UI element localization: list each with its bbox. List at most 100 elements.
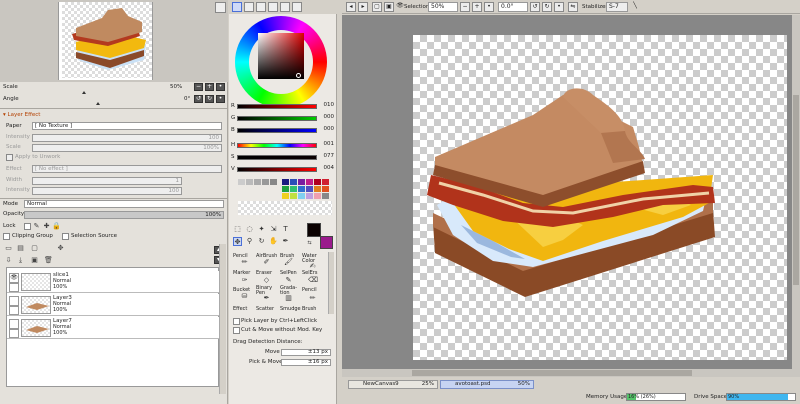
- layer-list[interactable]: 👁 slice1 Normal 100% Layer3 Normal 100% …: [6, 267, 219, 387]
- effect-select[interactable]: [ No effect ]: [32, 165, 222, 173]
- swatch-cell[interactable]: [314, 179, 321, 185]
- new-layer-icon[interactable]: ▭: [4, 244, 13, 253]
- tool-label[interactable]: Smudge: [280, 307, 301, 312]
- swatch-cell[interactable]: [246, 179, 253, 185]
- h-value[interactable]: 001: [320, 141, 335, 148]
- rgb-slider-tab-icon[interactable]: [244, 2, 254, 12]
- redo-icon[interactable]: ▸: [358, 2, 368, 12]
- green-slider[interactable]: [237, 116, 317, 121]
- empty-swatch-row[interactable]: [238, 201, 332, 215]
- g-value[interactable]: 000: [320, 114, 335, 121]
- horizontal-scroll-thumb[interactable]: [412, 370, 692, 376]
- angle-slider-handle[interactable]: [96, 102, 100, 105]
- rotate-right-button[interactable]: ↻: [205, 95, 214, 103]
- intermediate-color-tab-icon[interactable]: [268, 2, 278, 12]
- layer-list-scrollbar[interactable]: [219, 244, 226, 394]
- swatch-cell[interactable]: [298, 193, 305, 199]
- swatch-cell[interactable]: [306, 179, 313, 185]
- rotate-ccw-icon[interactable]: ↺: [530, 2, 540, 12]
- tool-scrollbar[interactable]: [328, 252, 334, 314]
- lock-transparency-checkbox[interactable]: [24, 223, 31, 230]
- vertical-scrollbar[interactable]: [792, 15, 800, 379]
- pencil2-icon[interactable]: ✏: [308, 294, 317, 303]
- zoom-field[interactable]: 50%: [428, 2, 458, 12]
- drawing-canvas[interactable]: [413, 35, 787, 360]
- paper-scale-slider[interactable]: 100%: [32, 144, 222, 152]
- layer-link-box[interactable]: [9, 306, 19, 315]
- undo-icon[interactable]: ◂: [346, 2, 356, 12]
- primary-color-swatch[interactable]: [307, 223, 321, 237]
- zoom-reset-button[interactable]: •: [216, 83, 225, 91]
- lasso-icon[interactable]: ◌: [245, 225, 254, 234]
- layer-row[interactable]: 👁 slice1 Normal 100%: [7, 271, 219, 293]
- v-value[interactable]: 004: [320, 165, 335, 172]
- tool-label[interactable]: Brush: [302, 307, 316, 312]
- marker-icon[interactable]: ✑: [240, 276, 249, 285]
- navigator-panel[interactable]: [0, 0, 228, 82]
- canvas-workspace[interactable]: [342, 15, 800, 377]
- zoom-out-icon[interactable]: −: [460, 2, 470, 12]
- swatch-cell[interactable]: [306, 193, 313, 199]
- deselect-icon[interactable]: ▢: [372, 2, 382, 12]
- user-swatch-tab-icon[interactable]: [280, 2, 290, 12]
- text-tool-icon[interactable]: T: [281, 225, 290, 234]
- paper-texture-select[interactable]: [ No Texture ]: [32, 122, 222, 130]
- airbrush-icon[interactable]: ✐: [262, 258, 271, 267]
- file-tab-newcanvas9[interactable]: NewCanvas9 25%: [348, 380, 438, 389]
- layer-row[interactable]: Layer3 Normal 100%: [7, 294, 219, 316]
- swatch-cell[interactable]: [254, 179, 261, 185]
- swatch-cell[interactable]: [290, 186, 297, 192]
- flip-horizontal-icon[interactable]: ⇋: [568, 2, 578, 12]
- swatch-cell[interactable]: [270, 179, 277, 185]
- clipping-group-checkbox[interactable]: [3, 233, 10, 240]
- eye-icon[interactable]: 👁: [9, 273, 19, 283]
- swatch-grid[interactable]: [238, 179, 332, 219]
- selerase-icon[interactable]: ⌫: [308, 276, 318, 285]
- tool-label[interactable]: Effect: [233, 307, 247, 312]
- swatch-cell[interactable]: [322, 193, 329, 199]
- rect-select-icon[interactable]: ⬚: [233, 225, 242, 234]
- hsv-slider-tab-icon[interactable]: [256, 2, 266, 12]
- eye-off-icon[interactable]: [9, 319, 19, 329]
- blend-mode-select[interactable]: Normal: [24, 200, 224, 208]
- show-selection-icon[interactable]: 👁: [396, 2, 404, 12]
- zoom-fit-icon[interactable]: •: [484, 2, 494, 12]
- layer-row[interactable]: Layer7 Normal 100%: [7, 317, 219, 339]
- zoom-in-button[interactable]: +: [205, 83, 214, 91]
- move-tool-icon[interactable]: ✥: [233, 237, 242, 246]
- horizontal-scrollbar[interactable]: [342, 369, 792, 377]
- color-wheel-tab-icon[interactable]: [232, 2, 242, 12]
- s-value[interactable]: 077: [320, 153, 335, 160]
- rotate-cw-icon[interactable]: ↻: [542, 2, 552, 12]
- merge-down-icon[interactable]: ⤓: [16, 256, 25, 265]
- rotate-left-button[interactable]: ↺: [194, 95, 203, 103]
- brush-icon[interactable]: 🖌: [284, 258, 293, 267]
- stabilizer-select[interactable]: S-7: [606, 2, 628, 12]
- swatch-cell[interactable]: [322, 186, 329, 192]
- tool-label[interactable]: Pencil: [302, 288, 317, 293]
- width-slider[interactable]: 1: [32, 177, 182, 185]
- swatch-cell[interactable]: [322, 179, 329, 185]
- rotation-reset-icon[interactable]: •: [554, 2, 564, 12]
- binary-pen-icon[interactable]: ✒: [262, 294, 271, 303]
- saturation-slider[interactable]: [237, 155, 317, 160]
- scratchpad-tab-icon[interactable]: [292, 2, 302, 12]
- eyedropper-icon[interactable]: ✒: [281, 237, 290, 246]
- invert-selection-icon[interactable]: ▣: [384, 2, 394, 12]
- pick-layer-checkbox[interactable]: [233, 318, 240, 325]
- swatch-cell[interactable]: [314, 186, 321, 192]
- intensity-slider[interactable]: 100: [32, 134, 222, 142]
- move-distance-field[interactable]: ±13 px: [281, 349, 331, 356]
- file-tab-avotoast[interactable]: avotoast.psd 50%: [440, 380, 534, 389]
- navigator-menu-icon[interactable]: [215, 2, 226, 13]
- layer-properties-icon[interactable]: ✥: [56, 244, 65, 253]
- zoom-out-button[interactable]: −: [194, 83, 203, 91]
- red-slider[interactable]: [237, 104, 317, 109]
- padlock-icon[interactable]: 🔒: [52, 222, 61, 231]
- cut-move-checkbox[interactable]: [233, 327, 240, 334]
- layer-link-box[interactable]: [9, 283, 19, 292]
- effect-intensity-slider[interactable]: 100: [32, 187, 182, 195]
- zoom-tool-icon[interactable]: ⚲: [245, 237, 254, 246]
- saturation-value-square[interactable]: [258, 33, 304, 79]
- swatch-cell[interactable]: [262, 179, 269, 185]
